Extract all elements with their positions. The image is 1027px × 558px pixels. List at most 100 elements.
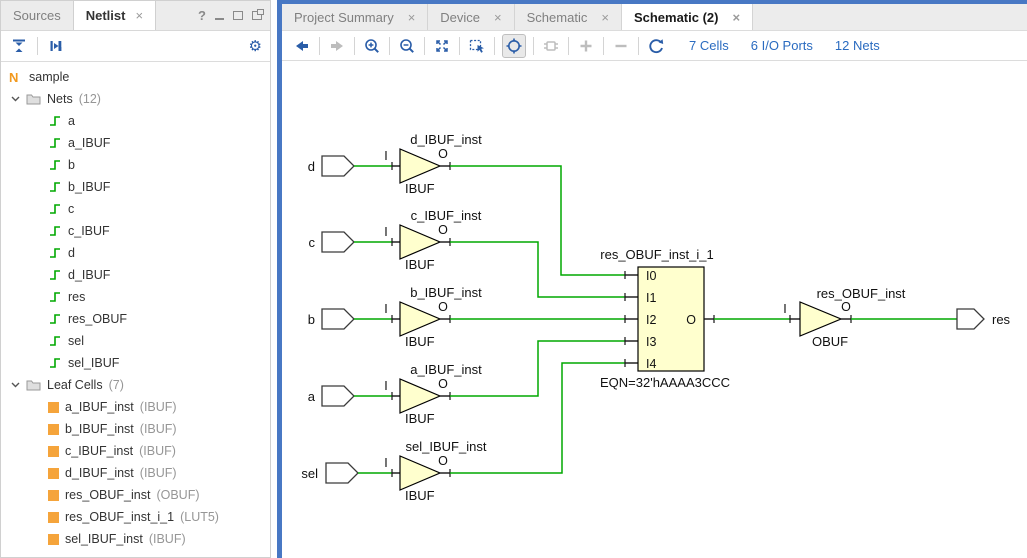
tab-netlist[interactable]: Netlist × (73, 1, 156, 30)
tree-item-net[interactable]: res (1, 286, 270, 308)
stat-nets[interactable]: 12 Nets (835, 38, 880, 53)
autofit-selection-icon[interactable] (502, 34, 526, 58)
netlist-panel: Sources Netlist × ? (0, 0, 271, 558)
cell-label: res_OBUF_inst_i_1 (65, 510, 174, 524)
zoom-in-icon[interactable] (362, 36, 382, 56)
tree-root-sample[interactable]: N sample (1, 66, 270, 88)
folder-icon (26, 93, 41, 105)
ibuf-cell-sel[interactable] (400, 456, 440, 490)
cell-type: (LUT5) (180, 510, 219, 524)
zoom-selection-icon[interactable] (467, 36, 487, 56)
pin-label: I (384, 225, 387, 239)
close-icon[interactable]: × (494, 10, 502, 25)
ibuf-cell-a[interactable] (400, 379, 440, 413)
minimize-icon[interactable] (215, 18, 224, 20)
tree-group-nets[interactable]: Nets (12) (1, 88, 270, 110)
expand-icon[interactable] (46, 36, 66, 56)
tree-item-cell[interactable]: sel_IBUF_inst(IBUF) (1, 528, 270, 550)
tree-item-cell[interactable]: a_IBUF_inst(IBUF) (1, 396, 270, 418)
input-port-c[interactable] (322, 232, 354, 252)
tree-item-net[interactable]: res_OBUF (1, 308, 270, 330)
input-port-a[interactable] (322, 386, 354, 406)
output-port-res[interactable] (957, 309, 984, 329)
tree-item-net[interactable]: d (1, 242, 270, 264)
pin-label: I (783, 302, 786, 316)
instance-label: d_IBUF_inst (410, 132, 482, 147)
close-icon[interactable]: × (732, 10, 740, 25)
tree-item-cell[interactable]: c_IBUF_inst(IBUF) (1, 440, 270, 462)
input-port-d[interactable] (322, 156, 354, 176)
toolbar-separator (459, 37, 460, 55)
tab-netlist-close-icon[interactable]: × (135, 8, 143, 23)
tab-label: Project Summary (294, 10, 394, 25)
zoom-fit-icon[interactable] (432, 36, 452, 56)
net-icon (48, 268, 62, 282)
tree-item-net[interactable]: a_IBUF (1, 132, 270, 154)
toolbar-separator (319, 37, 320, 55)
tree-group-leaf-cells[interactable]: Leaf Cells (7) (1, 374, 270, 396)
schematic-canvas[interactable]: d I d_IBUF_inst O IBUF c I c_IBUF_inst (282, 61, 1027, 557)
port-label: b (308, 312, 315, 327)
tree-item-net[interactable]: b (1, 154, 270, 176)
net-label: res_OBUF (68, 312, 127, 326)
tab-schematic-2[interactable]: Schematic (2) × (622, 4, 753, 30)
cell-label: c_IBUF_inst (65, 444, 133, 458)
stat-io-ports[interactable]: 6 I/O Ports (751, 38, 813, 53)
tree-item-net[interactable]: sel (1, 330, 270, 352)
net-icon (48, 356, 62, 370)
zoom-out-icon[interactable] (397, 36, 417, 56)
tree-item-cell[interactable]: d_IBUF_inst(IBUF) (1, 462, 270, 484)
toolbar-separator (424, 37, 425, 55)
tree-item-cell[interactable]: res_OBUF_inst_i_1 (LUT5) (1, 506, 270, 528)
tree-item-net[interactable]: c (1, 198, 270, 220)
maximize-icon[interactable] (233, 11, 243, 20)
tab-sources[interactable]: Sources (1, 1, 73, 30)
ibuf-cell-d[interactable] (400, 149, 440, 183)
net-label: a_IBUF (68, 136, 110, 150)
obuf-cell[interactable] (800, 302, 841, 336)
forward-arrow-icon[interactable] (327, 36, 347, 56)
cell-icon (48, 402, 59, 413)
cell-type-label: IBUF (405, 488, 435, 503)
tree-item-net[interactable]: sel_IBUF (1, 352, 270, 374)
net-label: b_IBUF (68, 180, 110, 194)
cell-type-label: IBUF (405, 411, 435, 426)
input-port-sel[interactable] (326, 463, 358, 483)
net-label: d (68, 246, 75, 260)
pin-label: O (438, 377, 448, 391)
settings-gear-icon[interactable]: ⚙ (249, 37, 262, 55)
netlist-panel-tabbar: Sources Netlist × ? (1, 1, 270, 31)
instance-label: b_IBUF_inst (410, 285, 482, 300)
help-icon[interactable]: ? (198, 8, 206, 23)
pin-label: O (841, 300, 851, 314)
tab-schematic[interactable]: Schematic × (515, 4, 622, 30)
folder-icon (26, 379, 41, 391)
tree-item-net[interactable]: c_IBUF (1, 220, 270, 242)
net-icon (48, 114, 62, 128)
ibuf-cell-c[interactable] (400, 225, 440, 259)
regenerate-icon[interactable] (646, 36, 666, 56)
stat-cells[interactable]: 7 Cells (689, 38, 729, 53)
add-icon[interactable] (576, 36, 596, 56)
back-arrow-icon[interactable] (292, 36, 312, 56)
expand-cell-icon[interactable] (541, 36, 561, 56)
float-icon[interactable] (252, 11, 262, 20)
tree-item-cell[interactable]: res_OBUF_inst(OBUF) (1, 484, 270, 506)
input-port-b[interactable] (322, 309, 354, 329)
tree-item-net[interactable]: b_IBUF (1, 176, 270, 198)
tree-item-net[interactable]: a (1, 110, 270, 132)
close-icon[interactable]: × (408, 10, 416, 25)
schematic-toolbar: 7 Cells 6 I/O Ports 12 Nets (282, 31, 1027, 61)
remove-icon[interactable] (611, 36, 631, 56)
tree-item-net[interactable]: d_IBUF (1, 264, 270, 286)
chevron-down-icon[interactable] (11, 382, 20, 388)
tab-project-summary[interactable]: Project Summary × (282, 4, 428, 30)
toolbar-separator (638, 37, 639, 55)
tab-device[interactable]: Device × (428, 4, 514, 30)
chevron-down-icon[interactable] (11, 96, 20, 102)
cell-type-label: IBUF (405, 181, 435, 196)
close-icon[interactable]: × (601, 10, 609, 25)
collapse-all-icon[interactable] (9, 36, 29, 56)
tree-item-cell[interactable]: b_IBUF_inst(IBUF) (1, 418, 270, 440)
ibuf-cell-b[interactable] (400, 302, 440, 336)
